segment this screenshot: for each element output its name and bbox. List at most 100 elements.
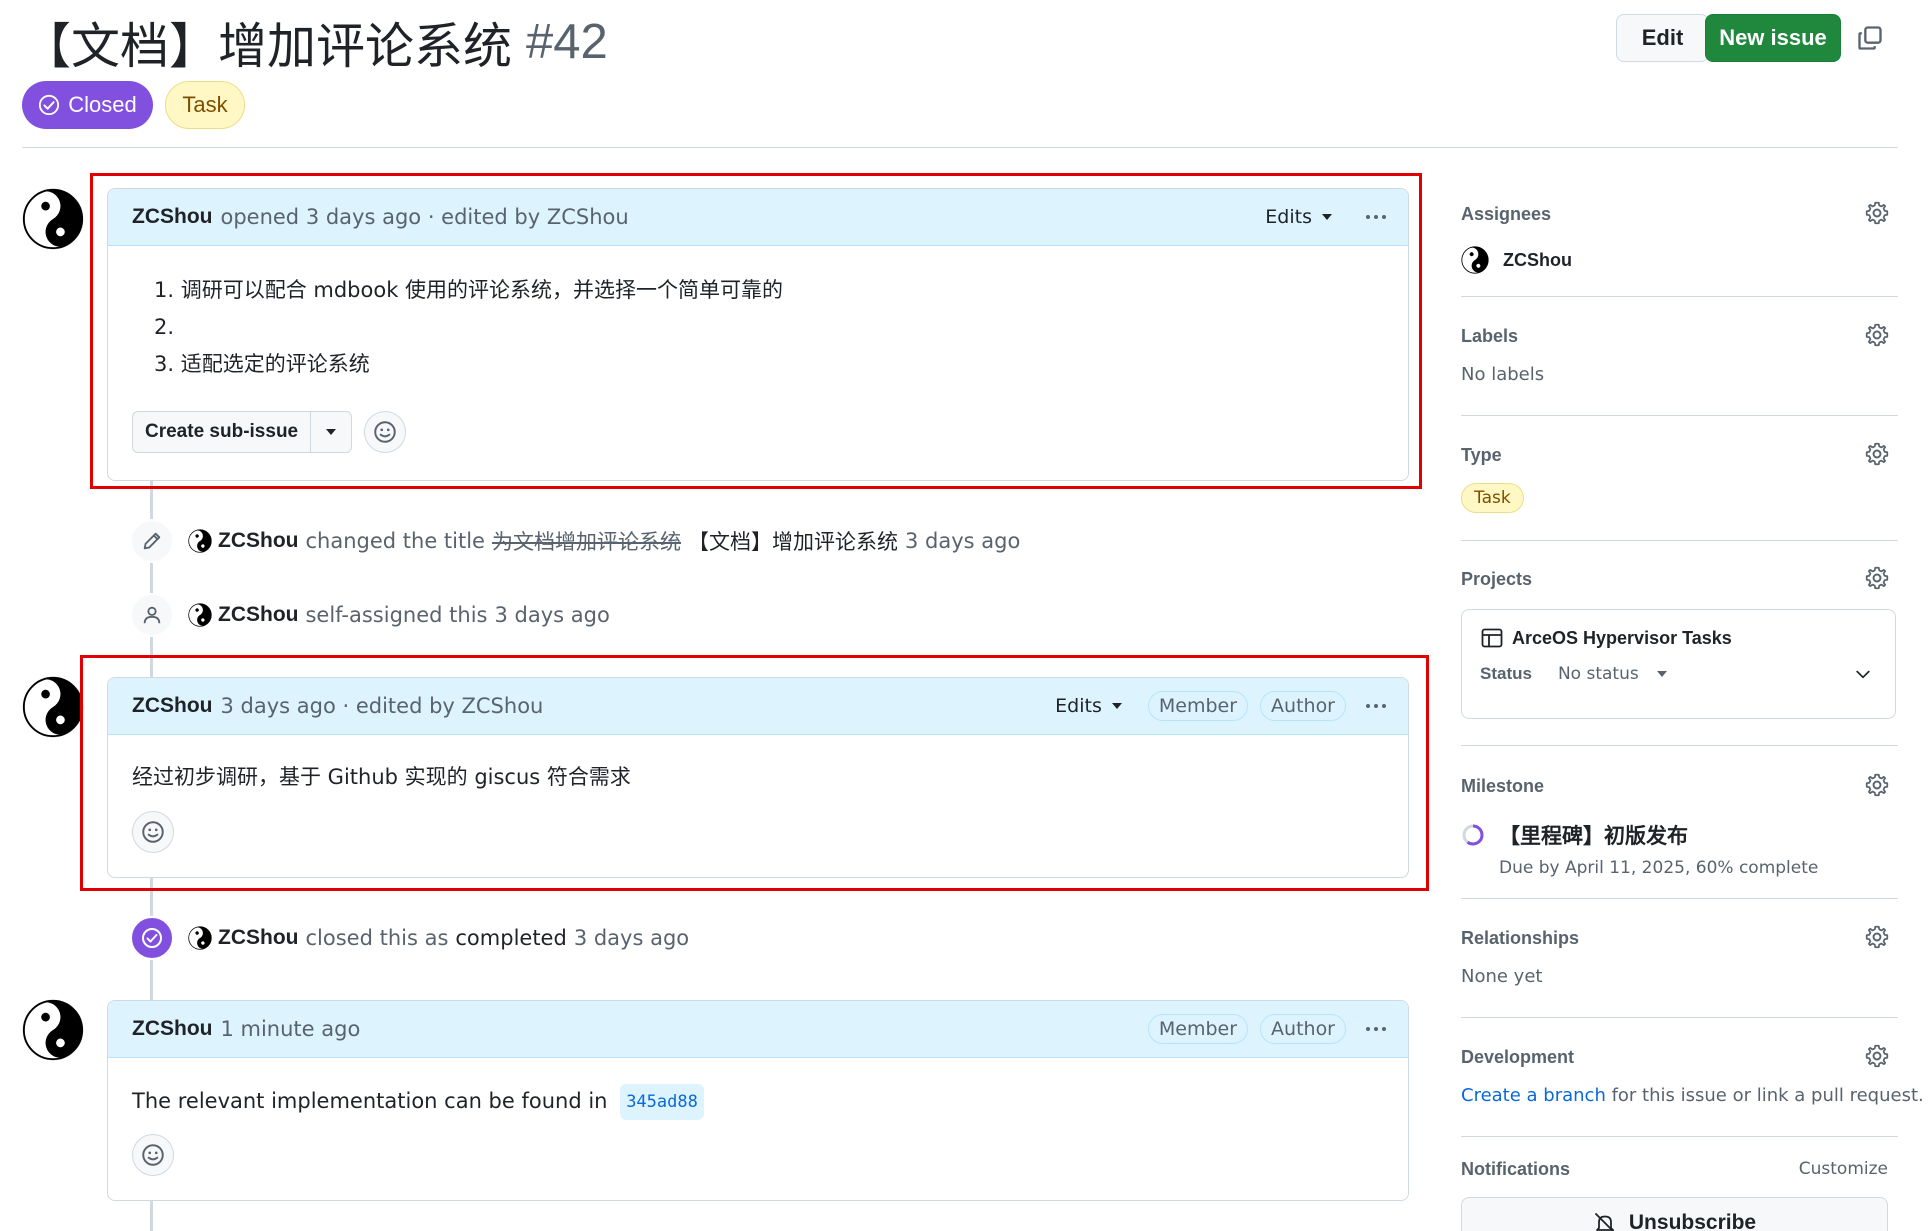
- avatar[interactable]: [22, 999, 84, 1061]
- sub-issue-dropdown[interactable]: [311, 412, 351, 452]
- sidebar-divider: [1461, 1017, 1898, 1018]
- gear-icon[interactable]: [1864, 772, 1890, 798]
- assignee-row[interactable]: ZCShou: [1461, 246, 1898, 274]
- create-branch-link[interactable]: Create a branch: [1461, 1085, 1606, 1106]
- more-options-icon[interactable]: [1362, 1027, 1390, 1031]
- list-item: 1. 调研可以配合 mdbook 使用的评论系统，并选择一个简单可靠的: [154, 278, 784, 302]
- issue-state-row: Closed Task: [22, 81, 245, 129]
- gear-icon[interactable]: [1864, 565, 1890, 591]
- event-author[interactable]: ZCShou: [218, 529, 298, 553]
- comment: ZCShou 3 days ago · edited by ZCShou Edi…: [107, 677, 1409, 878]
- event-icon: [130, 916, 174, 960]
- comment-body: 经过初步调研，基于 Github 实现的 giscus 符合需求: [108, 735, 1408, 873]
- header-divider: [22, 147, 1898, 148]
- comment-meta: 3 days ago · edited by ZCShou: [220, 694, 544, 718]
- add-reaction-button[interactable]: [132, 811, 174, 853]
- smiley-icon: [372, 419, 398, 445]
- unsubscribe-label[interactable]: Unsubscribe: [1629, 1211, 1756, 1231]
- issue-title-row: 【文档】增加评论系统 #42: [22, 10, 608, 75]
- issue-title: 【文档】增加评论系统: [22, 17, 513, 75]
- pencil-icon: [143, 532, 161, 550]
- edit-button[interactable]: Edit: [1616, 14, 1709, 62]
- new-title: 【文档】增加评论系统: [687, 530, 898, 554]
- status-value[interactable]: No status: [1558, 664, 1639, 684]
- comment-text: 经过初步调研，基于 Github 实现的 giscus 符合需求: [132, 765, 631, 789]
- event-author[interactable]: ZCShou: [218, 603, 298, 627]
- comment-author[interactable]: ZCShou: [132, 694, 212, 718]
- avatar[interactable]: [22, 676, 84, 738]
- old-title: 为文档增加评论系统: [491, 530, 681, 554]
- project-status-row: Status No status: [1480, 664, 1877, 684]
- edits-dropdown[interactable]: Edits: [1265, 206, 1332, 228]
- comment-author[interactable]: ZCShou: [132, 1017, 212, 1041]
- issue-type-badge[interactable]: Task: [165, 81, 245, 129]
- check-circle-icon: [39, 94, 60, 116]
- add-reaction-button[interactable]: [132, 1134, 174, 1176]
- avatar[interactable]: [188, 926, 212, 950]
- sidebar-labels: Labels No labels: [1461, 322, 1898, 385]
- more-options-icon[interactable]: [1362, 215, 1390, 219]
- comment-meta[interactable]: 1 minute ago: [220, 1017, 360, 1041]
- event-time[interactable]: 3 days ago: [574, 926, 689, 950]
- close-reason: completed: [455, 926, 567, 950]
- comment-author[interactable]: ZCShou: [132, 205, 212, 229]
- sidebar-title: Notifications: [1461, 1158, 1571, 1179]
- comment: ZCShou 1 minute ago Member Author The re…: [107, 1000, 1409, 1201]
- sidebar-title: Milestone: [1461, 775, 1545, 796]
- gear-icon[interactable]: [1864, 322, 1890, 348]
- create-sub-issue-button[interactable]: Create sub-issue: [132, 411, 353, 453]
- comment-text: The relevant implementation can be found…: [132, 1084, 1384, 1120]
- project-name-row[interactable]: ArceOS Hypervisor Tasks: [1480, 626, 1877, 650]
- create-sub-issue-label[interactable]: Create sub-issue: [133, 412, 312, 452]
- role-badge-author: Author: [1260, 1014, 1346, 1044]
- comment-body: The relevant implementation can be found…: [108, 1058, 1408, 1196]
- relationships-value: None yet: [1461, 966, 1543, 987]
- sidebar-divider: [1461, 296, 1898, 297]
- project-name[interactable]: ArceOS Hypervisor Tasks: [1512, 628, 1732, 649]
- milestone-name[interactable]: 【里程碑】初版发布: [1499, 820, 1688, 850]
- sidebar-projects: Projects ArceOS Hypervisor Tasks Status …: [1461, 565, 1898, 719]
- event-icon: [130, 593, 174, 637]
- sidebar-type: Type Task: [1461, 441, 1898, 513]
- sidebar-milestone: Milestone 【里程碑】初版发布 Due by April 11, 202…: [1461, 772, 1898, 878]
- state-badge-closed: Closed: [22, 81, 153, 129]
- new-issue-button[interactable]: New issue: [1705, 14, 1841, 62]
- assignee-name[interactable]: ZCShou: [1503, 250, 1572, 271]
- event-author[interactable]: ZCShou: [218, 926, 298, 950]
- gear-icon[interactable]: [1864, 924, 1890, 950]
- event-action: self-assigned this: [305, 603, 488, 627]
- gear-icon[interactable]: [1864, 200, 1890, 226]
- edits-dropdown[interactable]: Edits: [1055, 695, 1122, 717]
- avatar[interactable]: [188, 603, 212, 627]
- comment-meta: opened 3 days ago · edited by ZCShou: [220, 205, 629, 229]
- gear-icon[interactable]: [1864, 441, 1890, 467]
- sidebar-title: Labels: [1461, 325, 1519, 346]
- caret-down-icon: [1111, 703, 1122, 709]
- smiley-icon: [140, 1142, 166, 1168]
- table-icon: [1481, 628, 1503, 648]
- avatar[interactable]: [188, 529, 212, 553]
- sidebar-divider: [1461, 415, 1898, 416]
- comment-body: 1. 调研可以配合 mdbook 使用的评论系统，并选择一个简单可靠的 2. 3…: [108, 246, 1408, 473]
- state-label: Closed: [68, 92, 137, 117]
- sidebar-title: Development: [1461, 1046, 1575, 1067]
- milestone-row[interactable]: 【里程碑】初版发布: [1461, 820, 1898, 850]
- chevron-down-icon[interactable]: [1853, 664, 1873, 684]
- unsubscribe-button[interactable]: Unsubscribe: [1461, 1197, 1888, 1231]
- type-chip[interactable]: Task: [1461, 483, 1524, 513]
- event-action: closed this as: [305, 926, 449, 950]
- sidebar-title: Projects: [1461, 568, 1533, 589]
- commit-link[interactable]: 345ad88: [620, 1084, 704, 1120]
- customize-link[interactable]: Customize: [1799, 1159, 1888, 1179]
- caret-down-icon[interactable]: [1656, 671, 1667, 677]
- event-assigned: ZCShou self-assigned this 3 days ago: [130, 593, 610, 637]
- more-options-icon[interactable]: [1362, 704, 1390, 708]
- smiley-icon: [140, 819, 166, 845]
- event-time[interactable]: 3 days ago: [905, 529, 1020, 553]
- gear-icon[interactable]: [1864, 1043, 1890, 1069]
- copy-link-icon[interactable]: [1856, 24, 1884, 52]
- add-reaction-button[interactable]: [364, 411, 407, 453]
- event-time[interactable]: 3 days ago: [494, 603, 609, 627]
- avatar[interactable]: [22, 188, 84, 250]
- sidebar-notifications: Notifications Customize Unsubscribe: [1461, 1155, 1898, 1231]
